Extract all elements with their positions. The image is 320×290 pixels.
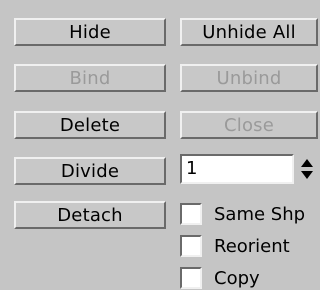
spinner-up-arrow-icon[interactable] [301, 159, 313, 167]
reorient-option[interactable]: Reorient [180, 234, 290, 258]
delete-button-label: Delete [59, 114, 121, 136]
divide-count-spinner[interactable] [298, 155, 316, 183]
copy-option[interactable]: Copy [180, 266, 260, 290]
same-shp-label: Same Shp [214, 203, 306, 225]
bind-button[interactable]: Bind [14, 64, 166, 92]
unbind-button-label: Unbind [216, 67, 282, 89]
divide-button[interactable]: Divide [14, 157, 166, 185]
divide-button-label: Divide [60, 160, 120, 182]
delete-button[interactable]: Delete [14, 111, 166, 139]
hide-button[interactable]: Hide [14, 18, 166, 46]
geometry-panel: Hide Unhide All Bind Unbind Delete Close… [0, 0, 320, 290]
detach-button[interactable]: Detach [14, 201, 166, 229]
copy-label: Copy [214, 267, 260, 289]
close-button[interactable]: Close [180, 111, 318, 139]
same-shp-option[interactable]: Same Shp [180, 202, 305, 226]
same-shp-checkbox[interactable] [180, 203, 202, 225]
unhide-all-button[interactable]: Unhide All [180, 18, 318, 46]
divide-count-input[interactable]: 1 [180, 154, 294, 184]
unhide-all-button-label: Unhide All [202, 21, 296, 43]
spinner-down-arrow-icon[interactable] [301, 171, 313, 179]
close-button-label: Close [223, 114, 275, 136]
unbind-button[interactable]: Unbind [180, 64, 318, 92]
reorient-checkbox[interactable] [180, 235, 202, 257]
detach-button-label: Detach [57, 204, 123, 226]
bind-button-label: Bind [69, 67, 111, 89]
hide-button-label: Hide [69, 21, 111, 43]
copy-checkbox[interactable] [180, 267, 202, 289]
reorient-label: Reorient [214, 235, 290, 257]
